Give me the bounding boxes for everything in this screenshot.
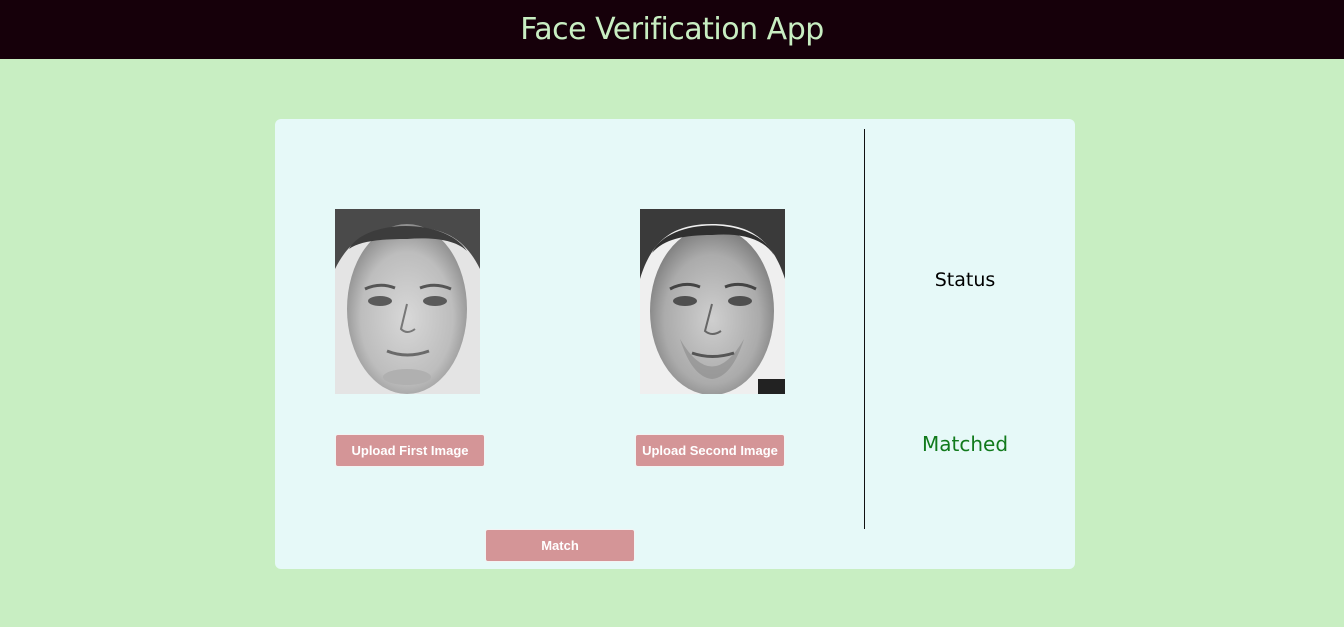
status-label: Status <box>934 269 996 291</box>
first-image-preview <box>335 209 480 394</box>
vertical-divider <box>864 129 865 529</box>
match-button[interactable]: Match <box>485 529 635 562</box>
upload-second-image-button[interactable]: Upload Second Image <box>635 434 785 467</box>
upload-first-image-button[interactable]: Upload First Image <box>335 434 485 467</box>
second-image-preview <box>640 209 785 394</box>
app-title: Face Verification App <box>520 12 824 47</box>
verification-card: Upload First Image Upload Second Image M… <box>275 119 1075 569</box>
face-photo-2-image <box>640 209 785 394</box>
status-value: Matched <box>921 432 1009 456</box>
app-header: Face Verification App <box>0 0 1344 59</box>
face-photo-1-image <box>335 209 480 394</box>
